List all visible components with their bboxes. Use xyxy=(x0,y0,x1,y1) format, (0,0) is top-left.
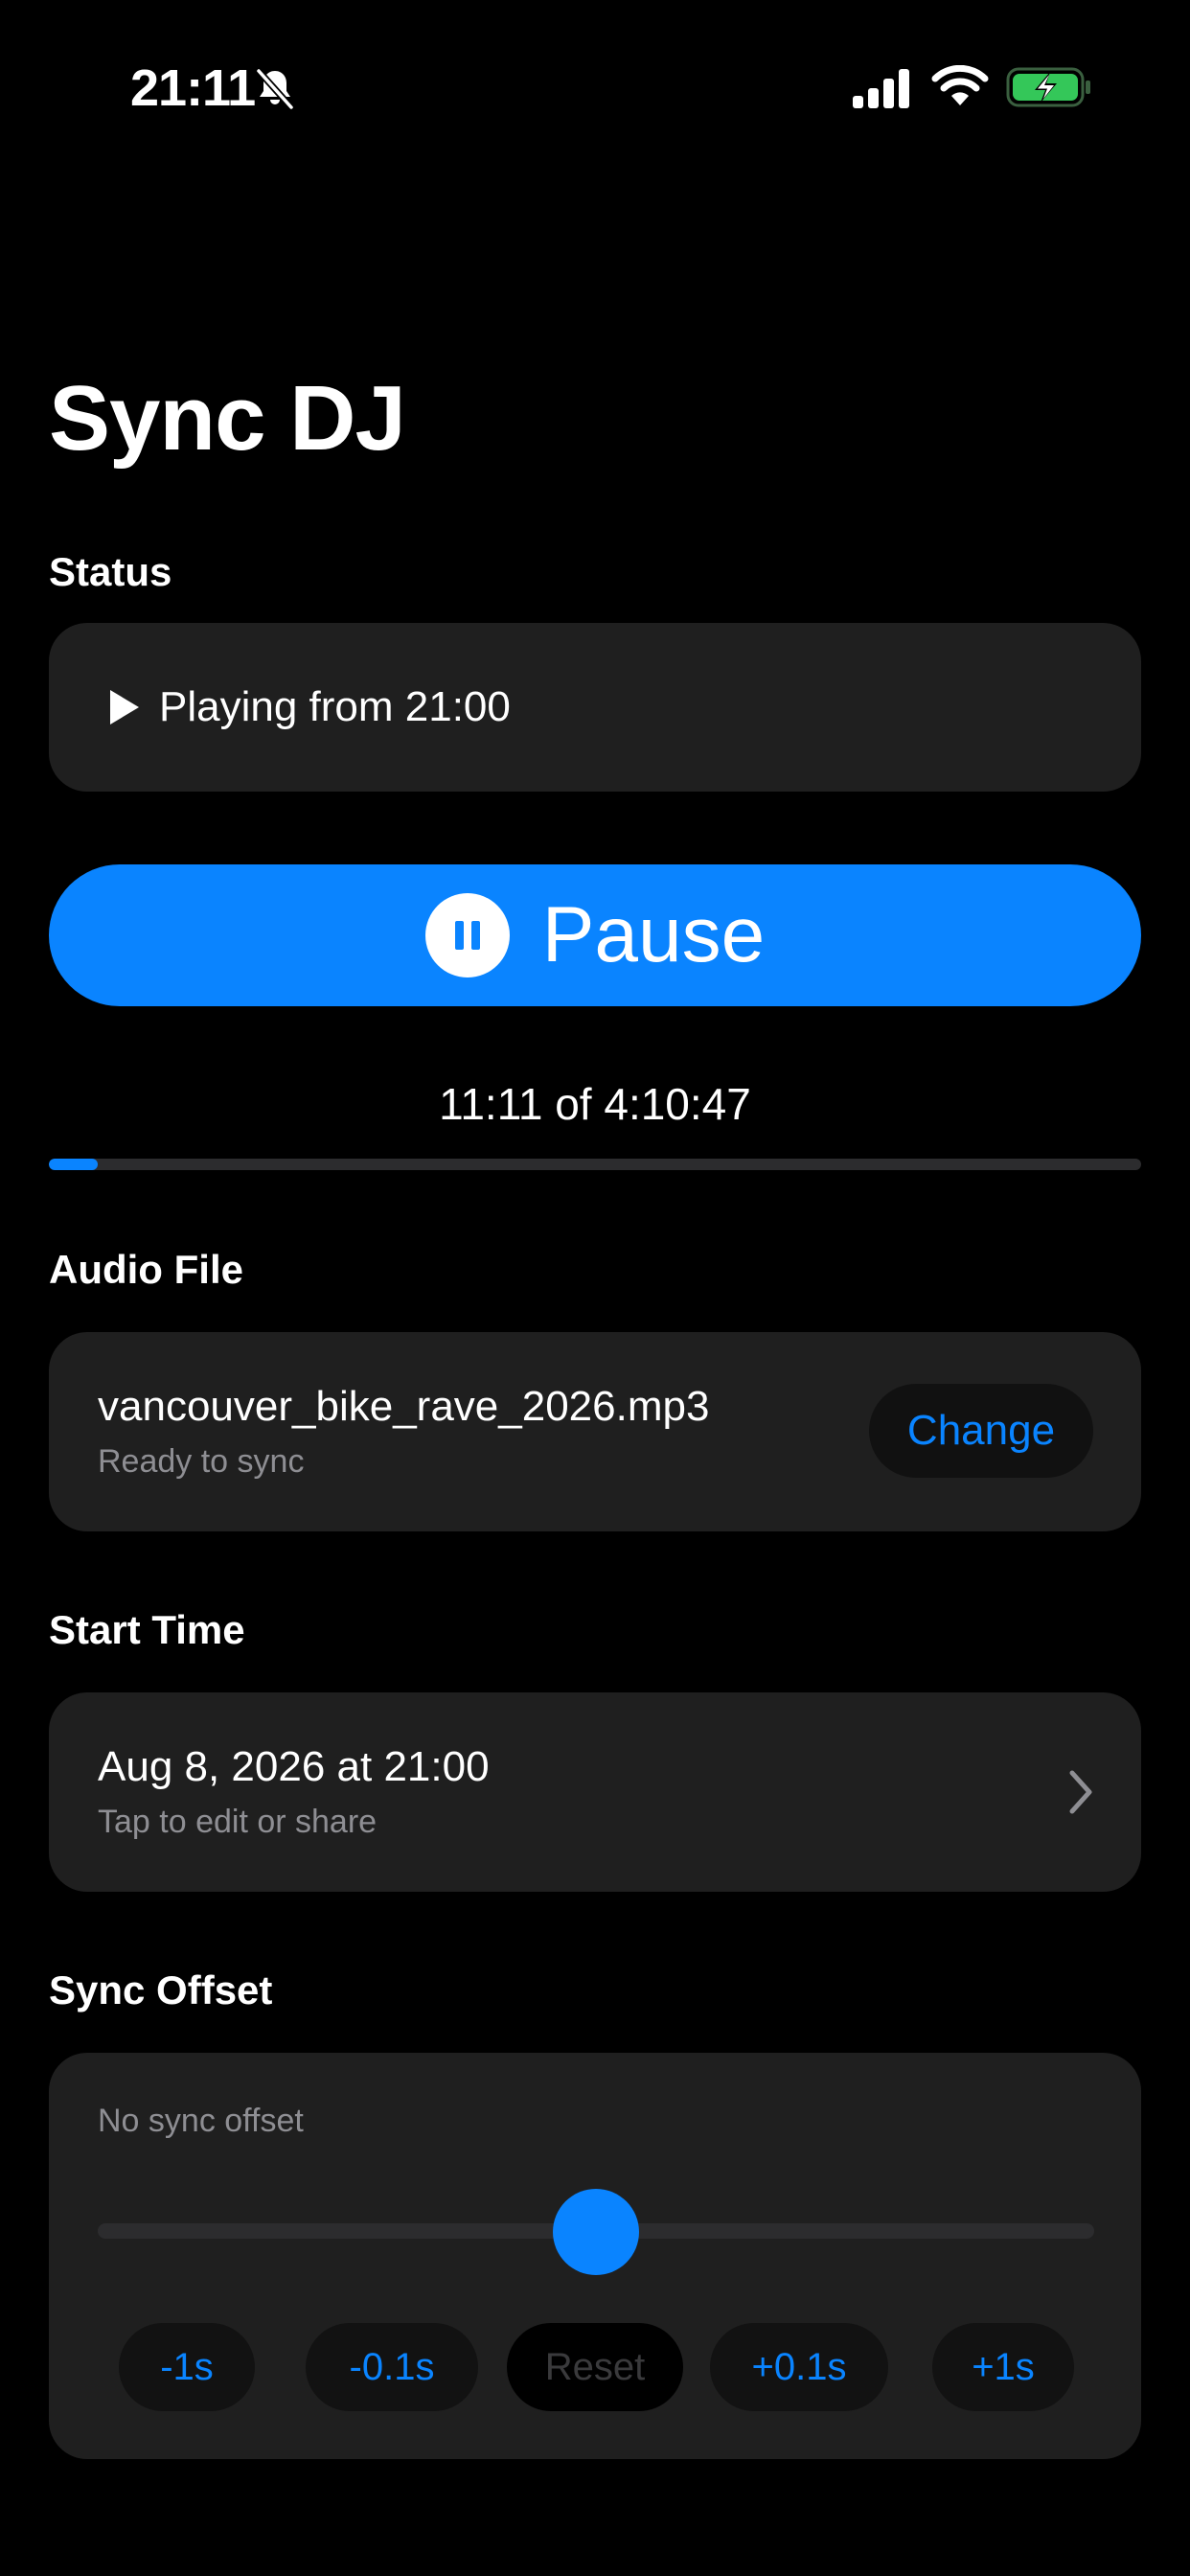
status-text: Playing from 21:00 xyxy=(159,683,511,730)
status-section-label: Status xyxy=(49,549,172,594)
status-card: Playing from 21:00 xyxy=(49,623,1141,792)
file-status: Ready to sync xyxy=(98,1443,305,1480)
elapsed-time: 11:11 of 4:10:47 xyxy=(439,1079,751,1129)
offset-minus-1s-button[interactable]: -1s xyxy=(119,2323,255,2411)
page-title: Sync DJ xyxy=(49,367,406,470)
battery-charging-icon xyxy=(1006,67,1090,107)
start-time-section-label: Start Time xyxy=(49,1607,245,1652)
audio-file-card: vancouver_bike_rave_2026.mp3 Ready to sy… xyxy=(49,1332,1141,1531)
progress-bar xyxy=(49,1159,1141,1170)
wifi-icon xyxy=(931,65,989,105)
chevron-right-icon xyxy=(1069,1770,1092,1814)
start-time-hint: Tap to edit or share xyxy=(98,1804,378,1840)
pause-button-label: Pause xyxy=(541,891,766,978)
sync-offset-section-label: Sync Offset xyxy=(49,1967,273,2012)
offset-plus-0.1s-button[interactable]: +0.1s xyxy=(710,2323,888,2411)
status-bar: 21:11 xyxy=(0,0,1190,172)
sync-offset-card: No sync offset -1s -0.1s Reset +0.1s +1s xyxy=(49,2053,1141,2459)
cellular-signal-icon xyxy=(853,69,909,108)
start-time-row[interactable]: Aug 8, 2026 at 21:00 Tap to edit or shar… xyxy=(49,1692,1141,1892)
bell-slash-icon xyxy=(256,68,294,110)
status-time: 21:11 xyxy=(130,59,256,117)
sync-offset-status: No sync offset xyxy=(98,2103,304,2139)
offset-plus-1s-button[interactable]: +1s xyxy=(932,2323,1074,2411)
pause-button[interactable]: Pause xyxy=(49,864,1141,1006)
offset-reset-button[interactable]: Reset xyxy=(507,2323,683,2411)
progress-fill xyxy=(49,1159,98,1170)
sync-offset-slider-thumb[interactable] xyxy=(553,2189,639,2275)
play-icon xyxy=(110,690,139,724)
file-name: vancouver_bike_rave_2026.mp3 xyxy=(98,1383,710,1430)
pause-circle-icon xyxy=(424,893,510,978)
audio-file-section-label: Audio File xyxy=(49,1247,243,1292)
offset-minus-0.1s-button[interactable]: -0.1s xyxy=(306,2323,478,2411)
start-date: Aug 8, 2026 at 21:00 xyxy=(98,1743,490,1790)
change-file-button[interactable]: Change xyxy=(869,1384,1093,1478)
